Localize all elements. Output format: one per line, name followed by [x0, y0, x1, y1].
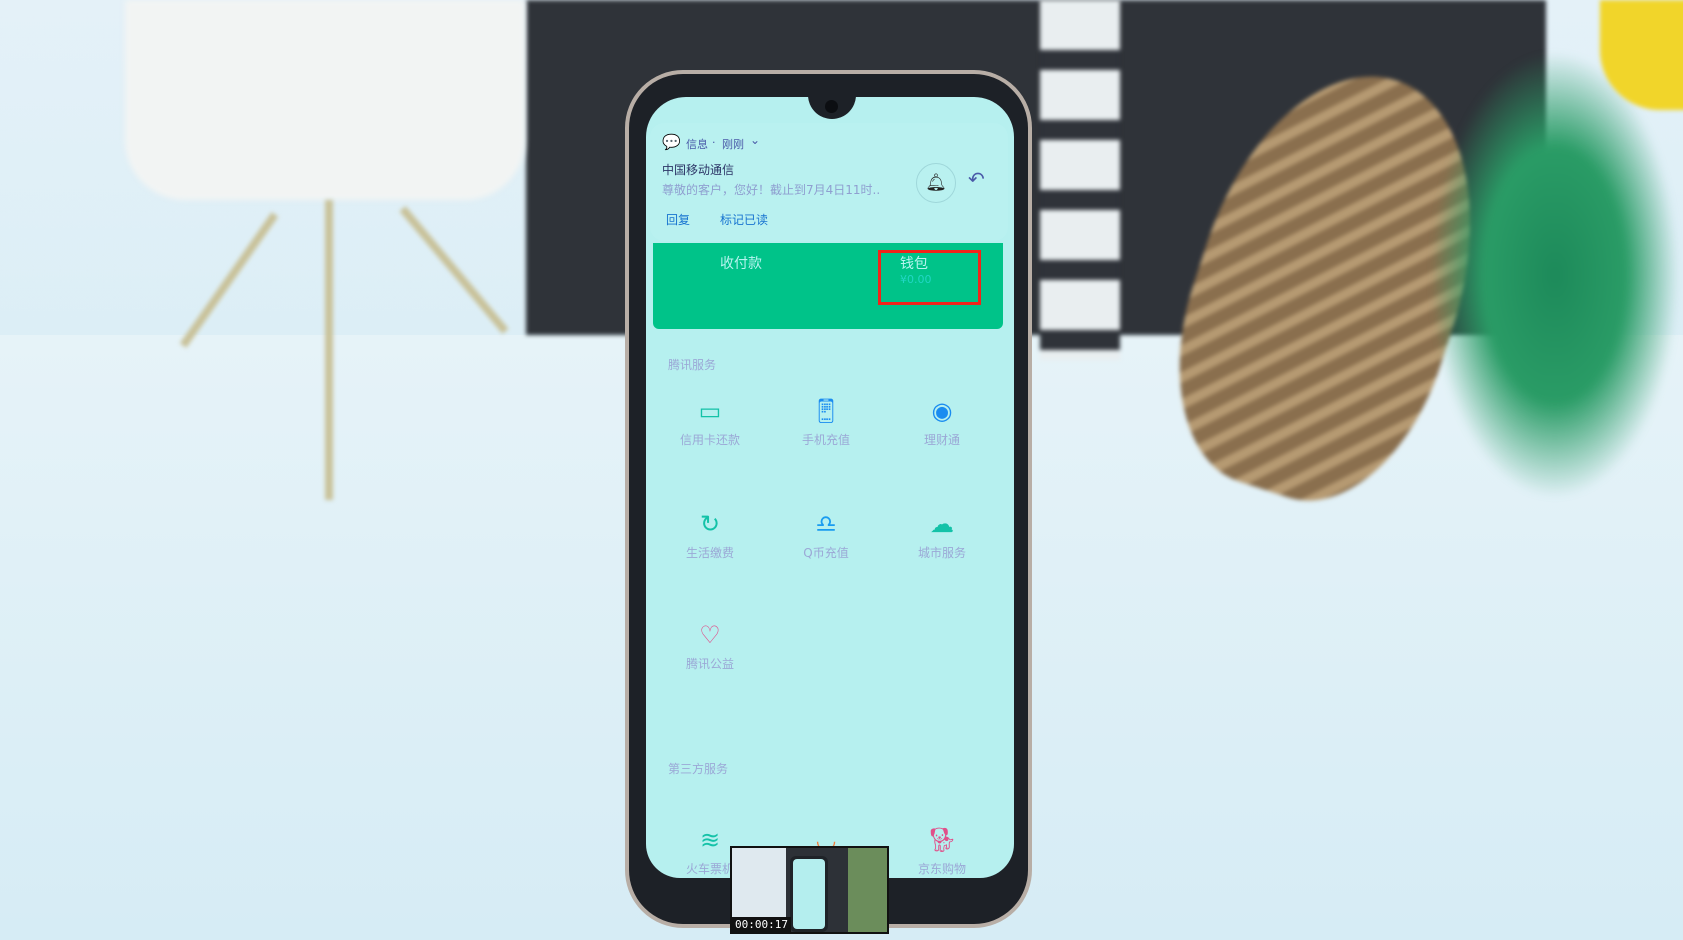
phone-recharge-icon: 📱︎	[810, 397, 842, 425]
service-city[interactable]: ☁︎ 城市服务	[884, 510, 1000, 561]
city-service-icon: ☁︎	[930, 510, 954, 538]
service-wealth[interactable]: ◉ 理财通	[884, 397, 1000, 448]
message-bubble-icon: 💬	[662, 133, 681, 151]
charity-heart-icon: ♡	[699, 621, 721, 649]
planter-leg	[399, 206, 509, 334]
camera-notch	[808, 97, 856, 119]
qq-penguin-icon: ♎︎	[815, 510, 837, 538]
service-phone-recharge[interactable]: 📱︎ 手机充值	[768, 397, 884, 448]
pay-receive-button[interactable]: 收付款	[720, 253, 762, 273]
notification-preview: 尊敬的客户，您好！截止到7月4日11时..	[662, 183, 881, 197]
notification-sender: 中国移动通信	[662, 163, 735, 177]
service-credit-card[interactable]: ▭ 信用卡还款	[652, 397, 768, 448]
planter-leg	[325, 200, 333, 500]
reply-button[interactable]: 回复	[666, 211, 690, 228]
planter-leg	[179, 212, 279, 348]
mark-read-button[interactable]: 标记已读	[720, 211, 768, 228]
background-box-lettering	[1040, 0, 1120, 360]
utility-bill-icon: ↻	[699, 510, 721, 538]
wealth-icon: ◉	[931, 397, 953, 425]
reply-arrow-icon[interactable]: ↶	[968, 167, 985, 191]
video-thumbnail[interactable]: 00:00:17	[730, 846, 889, 934]
wallet-highlight-box	[878, 250, 981, 305]
pine-branch	[1430, 50, 1680, 500]
service-charity[interactable]: ♡ 腾讯公益	[652, 621, 768, 672]
chevron-down-icon[interactable]: ⌄	[750, 133, 760, 147]
phone-screen: 💬 信息 · 刚刚 ⌄ 中国移动通信 尊敬的客户，您好！截止到7月4日11时..…	[646, 97, 1014, 878]
credit-card-icon: ▭	[698, 397, 722, 425]
video-timestamp: 00:00:17	[732, 917, 791, 932]
section-title-tencent: 腾讯服务	[668, 358, 717, 372]
service-utility[interactable]: ↻ 生活缴费	[652, 510, 768, 561]
notification-time: 刚刚	[722, 138, 744, 151]
bell-icon[interactable]: 🔔︎	[916, 163, 956, 203]
notification-card[interactable]: 💬 信息 · 刚刚 ⌄ 中国移动通信 尊敬的客户，您好！截止到7月4日11时..…	[650, 123, 1008, 241]
section-title-third-party: 第三方服务	[668, 762, 729, 776]
service-jd[interactable]: 🐕︎ 京东购物	[884, 826, 1000, 877]
jd-dog-icon: 🐕︎	[926, 826, 958, 854]
notification-app: 信息	[686, 138, 708, 151]
service-qcoin[interactable]: ♎︎ Q币充值	[768, 510, 884, 561]
background-planter	[125, 0, 525, 200]
